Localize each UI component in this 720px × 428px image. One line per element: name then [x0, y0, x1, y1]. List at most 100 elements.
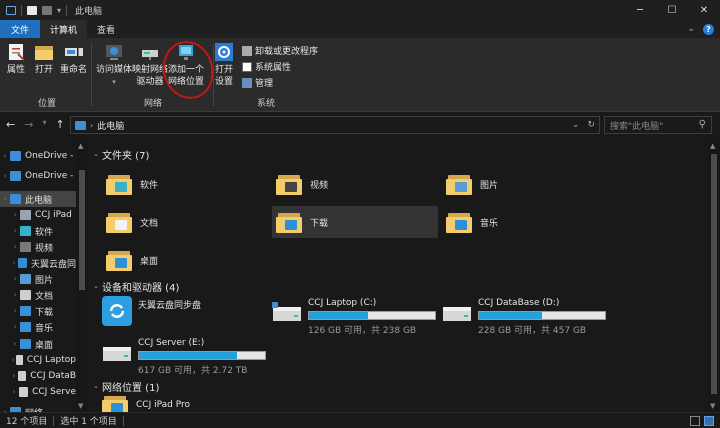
nav-item[interactable]: › CCJ DataB: [0, 368, 76, 384]
nav-item[interactable]: › 此电脑: [0, 191, 76, 207]
nav-item-label: 软件: [35, 227, 54, 238]
expand-arrow-icon[interactable]: ›: [10, 388, 19, 396]
drive-item[interactable]: 天翼云盘同步盘: [102, 296, 270, 334]
breadcrumb[interactable]: 此电脑: [97, 119, 124, 132]
network-location-item[interactable]: CCJ iPad Pro: [102, 394, 190, 412]
rename-button[interactable]: 重命名: [60, 42, 87, 76]
large-icons-view-icon[interactable]: [704, 415, 714, 426]
open-settings-button[interactable]: 打开 设置: [214, 42, 234, 88]
scroll-down-icon[interactable]: ▼: [78, 402, 83, 410]
scroll-down-icon[interactable]: ▼: [710, 402, 715, 410]
nav-item[interactable]: › 软件: [0, 223, 76, 239]
properties-icon[interactable]: [27, 5, 37, 15]
network-drive-icon: [140, 42, 160, 62]
uninstall-programs-button[interactable]: 卸载或更改程序: [242, 44, 318, 57]
nav-item-label: OneDrive -: [25, 171, 74, 181]
nav-item-label: 天翼云盘同: [30, 259, 76, 270]
folder-item[interactable]: 下载: [272, 206, 438, 238]
divider: [66, 4, 68, 16]
nav-item[interactable]: › 天翼云盘同: [0, 255, 76, 271]
close-button[interactable]: ✕: [688, 0, 720, 20]
back-arrow-icon[interactable]: ←: [6, 118, 15, 131]
folder-item[interactable]: 图片: [442, 168, 608, 200]
drive-icon: [17, 371, 27, 381]
scroll-up-icon[interactable]: ▲: [710, 142, 715, 150]
content-scrollbar[interactable]: ▲ ▼: [708, 140, 720, 412]
pc-icon: [10, 194, 21, 204]
chevron-down-icon[interactable]: ▾: [42, 118, 46, 131]
nav-item[interactable]: › 下载: [0, 303, 76, 319]
refresh-icon[interactable]: ↻: [587, 120, 595, 130]
expand-arrow-icon[interactable]: ›: [10, 372, 18, 380]
chevron-down-icon[interactable]: ⌄: [572, 120, 580, 130]
nav-item[interactable]: › OneDrive -: [0, 168, 76, 184]
chevron-down-icon[interactable]: ⌄: [687, 24, 695, 34]
chevron-down-icon[interactable]: ⌄: [90, 150, 102, 158]
expand-arrow-icon[interactable]: ›: [10, 243, 20, 251]
nav-item-label: 音乐: [35, 323, 54, 334]
nav-item[interactable]: › OneDrive -: [0, 148, 76, 164]
system-properties-button[interactable]: 系统属性: [242, 60, 291, 73]
nav-item-label: 此电脑: [25, 195, 53, 206]
access-media-button[interactable]: 访问媒体 ▾: [96, 42, 132, 88]
chevron-down-icon[interactable]: ▾: [57, 6, 61, 15]
search-input[interactable]: 搜索"此电脑" ⚲: [604, 116, 712, 134]
nav-scrollbar[interactable]: ▲ ▼: [76, 140, 88, 412]
expand-arrow-icon[interactable]: ›: [0, 195, 10, 203]
folder-icon: [106, 173, 132, 195]
nav-item[interactable]: › 音乐: [0, 319, 76, 335]
new-folder-icon[interactable]: [42, 5, 52, 15]
minimize-button[interactable]: ─: [624, 0, 656, 20]
chevron-down-icon[interactable]: ⌄: [90, 282, 102, 290]
section-header-network[interactable]: ⌄ 网络位置 (1): [90, 379, 159, 394]
scroll-thumb[interactable]: [79, 170, 85, 290]
nav-item[interactable]: ›网络: [0, 404, 76, 412]
expand-arrow-icon[interactable]: ›: [0, 152, 10, 160]
folder-item[interactable]: 软件: [102, 168, 268, 200]
drive-usage-bar: [138, 351, 266, 360]
nav-item[interactable]: › 桌面: [0, 336, 76, 352]
chevron-down-icon[interactable]: ⌄: [90, 382, 102, 390]
folder-item[interactable]: 文档: [102, 206, 268, 238]
nav-item[interactable]: › CCJ Serve: [0, 384, 76, 400]
details-view-icon[interactable]: [690, 415, 700, 426]
expand-arrow-icon[interactable]: ›: [10, 275, 20, 283]
nav-item[interactable]: › CCJ Laptop: [0, 352, 76, 368]
expand-arrow-icon[interactable]: ›: [10, 323, 20, 331]
section-header-drives[interactable]: ⌄ 设备和驱动器 (4): [90, 279, 179, 294]
forward-arrow-icon[interactable]: →: [24, 118, 33, 131]
open-button[interactable]: 打开: [34, 42, 54, 76]
folder-item[interactable]: 音乐: [442, 206, 608, 238]
tab-computer[interactable]: 计算机: [40, 20, 88, 38]
drive-item[interactable]: CCJ Laptop (C:) 126 GB 可用，共 238 GB: [272, 298, 440, 336]
breadcrumb-separator-icon[interactable]: ›: [90, 121, 93, 130]
tab-file[interactable]: 文件: [0, 20, 41, 38]
expand-arrow-icon[interactable]: ›: [10, 307, 20, 315]
drive-item[interactable]: CCJ DataBase (D:) 228 GB 可用，共 457 GB: [442, 298, 610, 336]
up-arrow-icon[interactable]: ↑: [55, 118, 64, 131]
help-icon[interactable]: ?: [703, 23, 714, 35]
address-bar[interactable]: › 此电脑 ⌄ ↻: [70, 116, 600, 134]
tab-view[interactable]: 查看: [87, 20, 125, 38]
section-header-folders[interactable]: ⌄ 文件夹 (7): [90, 147, 149, 162]
folder-item[interactable]: 桌面: [102, 244, 268, 276]
manage-button[interactable]: 管理: [242, 76, 273, 89]
nav-item[interactable]: › 图片: [0, 271, 76, 287]
expand-arrow-icon[interactable]: ›: [10, 259, 18, 267]
scroll-up-icon[interactable]: ▲: [78, 142, 83, 150]
scroll-thumb[interactable]: [711, 154, 717, 394]
nav-item[interactable]: › CCJ iPad: [0, 207, 76, 223]
maximize-button[interactable]: ☐: [656, 0, 688, 20]
drive-item[interactable]: CCJ Server (E:) 617 GB 可用，共 2.72 TB: [102, 338, 270, 376]
expand-arrow-icon[interactable]: ›: [0, 172, 10, 180]
expand-arrow-icon[interactable]: ›: [10, 291, 20, 299]
folder-item[interactable]: 视频: [272, 168, 438, 200]
expand-arrow-icon[interactable]: ›: [10, 340, 20, 348]
expand-arrow-icon[interactable]: ›: [10, 211, 20, 219]
properties-button[interactable]: 属性: [6, 42, 26, 76]
expand-arrow-icon[interactable]: ›: [10, 227, 20, 235]
search-icon[interactable]: ⚲: [699, 119, 706, 130]
nav-item[interactable]: › 视频: [0, 239, 76, 255]
nav-item[interactable]: › 文档: [0, 287, 76, 303]
nav-item-label: 视频: [35, 243, 54, 254]
